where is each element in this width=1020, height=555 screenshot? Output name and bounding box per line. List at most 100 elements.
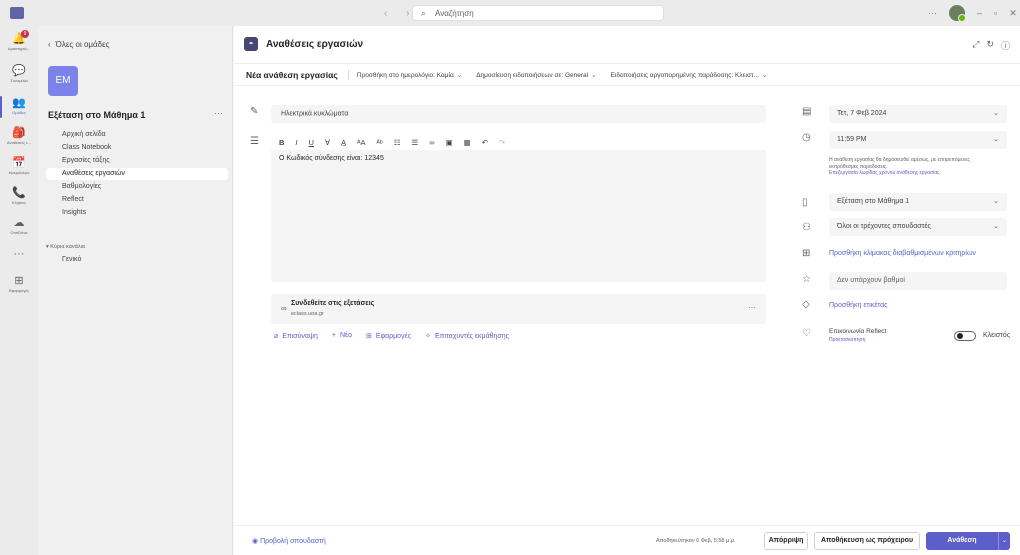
assignments-icon: 🎒: [12, 127, 26, 139]
page-title: Αναθέσεις εργασιών: [266, 39, 364, 50]
format-style-button[interactable]: ᴬᵇ: [377, 138, 383, 147]
activity-badge: 9: [21, 30, 29, 38]
rail-label: Ημερολόγιο: [8, 170, 30, 175]
main-channels-section[interactable]: ▾ Κύρια κανάλια: [46, 244, 85, 250]
highlight-button[interactable]: ∀: [325, 138, 330, 147]
link-more-button[interactable]: ···: [748, 303, 756, 312]
rail-label: Αναθέσεις ε...: [6, 140, 32, 145]
attach-button[interactable]: ⌀ Επισύναψη: [274, 332, 318, 340]
redo-icon[interactable]: ↷: [499, 138, 505, 147]
undo-icon[interactable]: ↶: [482, 138, 488, 147]
link-icon[interactable]: ∞: [429, 138, 434, 147]
rail-item-assignments[interactable]: 🎒 Αναθέσεις ε...: [0, 126, 38, 145]
instructions-text: Ο Κωδικός σύνδεσης είναι: 12345: [279, 155, 384, 162]
numbering-button[interactable]: ☰: [411, 138, 418, 147]
link-title: Συνδεθείτε στις εξετάσεις: [291, 300, 375, 307]
rail-item-calendar[interactable]: 📅 Ημερολόγιο: [0, 156, 38, 175]
instructions-editor[interactable]: Ο Κωδικός σύνδεσης είναι: 12345: [271, 150, 766, 282]
channel-insights[interactable]: Insights: [46, 207, 228, 219]
student-view-button[interactable]: ◉ Προβολή σπουδαστή: [252, 537, 326, 545]
rail-item-calls[interactable]: 📞 Κλήσεις: [0, 186, 38, 205]
calendar-option[interactable]: Προσθήκη στο ημερολόγιο: Καμία ⌄: [357, 71, 462, 79]
tab-new-assignment[interactable]: Νέα ανάθεση εργασίας: [246, 70, 338, 80]
due-time-picker[interactable]: 11:59 PM ⌄: [829, 131, 1007, 149]
rail-item-more[interactable]: ···: [0, 248, 38, 260]
late-notifications-option[interactable]: Ειδοποιήσεις αργοπορημένης παράδοσης: Κλ…: [611, 71, 768, 79]
reflect-toggle[interactable]: [954, 331, 976, 341]
info-icon[interactable]: ⓘ: [1001, 39, 1010, 52]
close-button[interactable]: ✕: [1009, 8, 1017, 19]
timeline-note: Η ανάθεση εργασίας θα δημοσιευθεί αμέσως…: [829, 157, 1009, 177]
due-date-value: Τετ, 7 Φεβ 2024: [837, 110, 887, 117]
search-placeholder: Αναζήτηση: [435, 9, 474, 18]
due-date-picker[interactable]: Τετ, 7 Φεβ 2024 ⌄: [829, 105, 1007, 123]
channel-home[interactable]: Αρχική σελίδα: [46, 129, 228, 141]
more-icon: ···: [13, 248, 25, 260]
channel-assignments[interactable]: Αναθέσεις εργασιών: [46, 168, 228, 180]
rail-label: Ομάδες: [12, 110, 26, 115]
students-value: Όλοι οι τρέχοντες σπουδαστές: [837, 223, 931, 230]
option-label: Ειδοποιήσεις αργοπορημένης παράδοσης: Κλ…: [610, 71, 759, 79]
star-icon: ☆: [802, 274, 811, 285]
font-color-button[interactable]: A̲: [341, 138, 346, 147]
rail-item-teams[interactable]: 👥 Ομάδες: [0, 96, 38, 115]
save-draft-button[interactable]: Αποθήκευση ως πρόχειρου: [814, 532, 920, 550]
add-rubric-link[interactable]: Προσθήκη κλίμακας διαβαθμισμένων κριτηρί…: [829, 250, 976, 257]
link-icon: ∞: [281, 304, 287, 313]
assign-dropdown-button[interactable]: ⌄: [998, 532, 1010, 550]
chevron-down-icon: ⌄: [761, 71, 768, 79]
channel-class-notebook[interactable]: Class Notebook: [46, 142, 228, 154]
main-content: ◓ Αναθέσεις εργασιών ⤢ ↻ ⓘ Νέα ανάθεση ε…: [234, 26, 1020, 555]
expand-icon[interactable]: ⤢: [972, 39, 979, 52]
notifications-option[interactable]: Δημοσίευση ειδοποιήσεων σε: General ⌄: [476, 71, 596, 79]
students-select[interactable]: Όλοι οι τρέχοντες σπουδαστές ⌄: [829, 218, 1007, 236]
rail-item-chat[interactable]: 💬 Συνομιλία: [0, 64, 38, 83]
apps-button[interactable]: ⊞ Εφαρμογές: [366, 332, 411, 340]
attachment-actions: ⌀ Επισύναψη + Νέο ⊞ Εφαρμογές ✧ Επιταχυντές …: [274, 332, 509, 340]
add-tag-link[interactable]: Προσθήκη ετικέτας: [829, 302, 888, 309]
search-box[interactable]: ⌕ Αναζήτηση: [412, 5, 664, 21]
assignment-title-input[interactable]: Ηλεκτρικά κυκλώματα: [271, 105, 766, 123]
rail-item-onedrive[interactable]: ☁ OneDrive: [0, 216, 38, 235]
rail-item-activity[interactable]: 🔔 9 Δραστηριό...: [0, 30, 38, 51]
channel-reflect[interactable]: Reflect: [46, 194, 228, 206]
sparkle-icon: ✧: [425, 333, 431, 340]
assign-button[interactable]: Ανάθεση: [926, 532, 998, 550]
team-side-panel: ‹ Όλες οι ομάδες EM Εξέταση στο Μάθημα 1 …: [38, 26, 233, 555]
channel-classwork[interactable]: Εργασίες τάξης: [46, 155, 228, 167]
channel-general[interactable]: Γενικό: [46, 254, 228, 266]
points-input[interactable]: Δεν υπάρχουν βαθμοί: [829, 272, 1007, 290]
table-icon[interactable]: ▦: [464, 138, 471, 147]
rail-label: Εφαρμογές: [8, 288, 30, 293]
team-name[interactable]: Εξέταση στο Μάθημα 1: [48, 110, 145, 120]
restore-button[interactable]: ▫: [994, 8, 997, 18]
user-avatar[interactable]: [949, 5, 966, 22]
discard-button[interactable]: Απόρριψη: [764, 532, 808, 550]
learning-accelerators-button[interactable]: ✧ Επιταχυντές εκμάθησης: [425, 332, 509, 340]
rail-label: Κλήσεις: [12, 200, 26, 205]
class-select[interactable]: Εξέταση στο Μάθημα 1 ⌄: [829, 193, 1007, 211]
link-attachment-card[interactable]: ∞ Συνδεθείτε στις εξετάσεις eclass.uoa.g…: [271, 294, 766, 324]
italic-button[interactable]: I: [295, 138, 297, 147]
app-rail: 🔔 9 Δραστηριό... 💬 Συνομιλία 👥 Ομάδες 🎒 …: [0, 26, 38, 555]
rail-item-apps[interactable]: ⊞ Εφαρμογές: [0, 274, 38, 293]
back-to-all-teams[interactable]: ‹ Όλες οι ομάδες: [48, 40, 110, 49]
more-options-button[interactable]: ···: [928, 8, 937, 18]
font-size-button[interactable]: ᴬA: [357, 138, 365, 147]
reflect-preview-label: Προεπισκόπηση: [829, 337, 866, 343]
image-icon[interactable]: ▣: [446, 138, 453, 147]
attach-label: Επισύναψη: [282, 333, 318, 340]
underline-button[interactable]: U: [309, 138, 314, 147]
bullets-button[interactable]: ☷: [394, 138, 401, 147]
channel-grades[interactable]: Βαθμολογίες: [46, 181, 228, 193]
minimize-button[interactable]: –: [977, 8, 982, 18]
team-more-button[interactable]: ···: [214, 108, 223, 118]
refresh-icon[interactable]: ↻: [986, 39, 994, 52]
window-controls: ··· – ▫ ✕: [928, 5, 1017, 22]
onedrive-icon: ☁: [13, 217, 25, 229]
pencil-icon: ✎: [250, 106, 259, 117]
new-button[interactable]: + Νέο: [332, 332, 352, 340]
bold-button[interactable]: B: [279, 138, 284, 147]
rail-label: OneDrive: [10, 230, 28, 235]
edit-timeline-link[interactable]: Επεξεργασία λωρίδας χρόνου ανάθεσης εργα…: [829, 170, 1009, 177]
